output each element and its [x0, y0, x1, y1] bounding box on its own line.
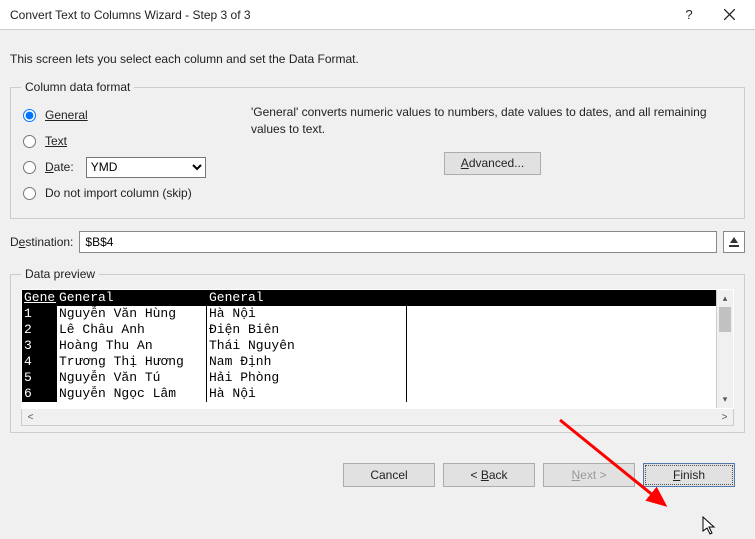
- date-format-select[interactable]: YMD: [86, 157, 206, 178]
- next-button: Next >: [543, 463, 635, 487]
- scroll-left-icon[interactable]: <: [22, 412, 39, 423]
- data-preview-group: Data preview GenerGeneralGeneral1Nguyễn …: [10, 267, 745, 433]
- scroll-right-icon[interactable]: >: [716, 412, 733, 423]
- vertical-scrollbar[interactable]: ▴ ▾: [716, 290, 733, 408]
- preview-grid[interactable]: GenerGeneralGeneral1Nguyễn Văn HùngHà Nộ…: [22, 290, 716, 408]
- radio-text[interactable]: [23, 135, 36, 148]
- table-cell: Hải Phòng: [207, 370, 407, 386]
- table-cell: Trương Thị Hương: [57, 354, 207, 370]
- preview-header[interactable]: Gener: [22, 290, 57, 306]
- preview-header[interactable]: General: [57, 290, 207, 306]
- table-cell: 1: [22, 306, 57, 322]
- scroll-thumb[interactable]: [719, 307, 731, 332]
- table-cell: 4: [22, 354, 57, 370]
- advanced-button[interactable]: Advanced...: [444, 152, 541, 175]
- back-button[interactable]: < Back: [443, 463, 535, 487]
- destination-label: Destination:: [10, 235, 73, 249]
- table-cell: 5: [22, 370, 57, 386]
- format-description: 'General' converts numeric values to num…: [251, 104, 734, 138]
- radio-date[interactable]: [23, 161, 36, 174]
- table-row[interactable]: 3Hoàng Thu AnThái Nguyên: [22, 338, 716, 354]
- table-cell: Nguyễn Văn Hùng: [57, 306, 207, 322]
- table-cell: Hà Nội: [207, 306, 407, 322]
- radio-skip[interactable]: [23, 187, 36, 200]
- table-row[interactable]: 5Nguyễn Văn TúHải Phòng: [22, 370, 716, 386]
- intro-text: This screen lets you select each column …: [10, 52, 745, 66]
- scroll-up-icon[interactable]: ▴: [717, 290, 733, 307]
- table-cell: Hoàng Thu An: [57, 338, 207, 354]
- window-title: Convert Text to Columns Wizard - Step 3 …: [10, 8, 669, 22]
- titlebar: Convert Text to Columns Wizard - Step 3 …: [0, 0, 755, 30]
- range-picker-icon[interactable]: [723, 231, 745, 253]
- preview-legend: Data preview: [21, 267, 99, 281]
- radio-text-label[interactable]: Text: [45, 134, 67, 148]
- table-row[interactable]: 6Nguyễn Ngọc LâmHà Nội: [22, 386, 716, 402]
- radio-general[interactable]: [23, 109, 36, 122]
- close-icon[interactable]: [709, 1, 749, 29]
- finish-button[interactable]: Finish: [643, 463, 735, 487]
- table-row[interactable]: 1Nguyễn Văn HùngHà Nội: [22, 306, 716, 322]
- horizontal-scrollbar[interactable]: < >: [21, 409, 734, 426]
- table-cell: Thái Nguyên: [207, 338, 407, 354]
- table-cell: 3: [22, 338, 57, 354]
- destination-input[interactable]: [79, 231, 717, 253]
- table-row[interactable]: 4Trương Thị HươngNam Định: [22, 354, 716, 370]
- cancel-button[interactable]: Cancel: [343, 463, 435, 487]
- preview-box: GenerGeneralGeneral1Nguyễn Văn HùngHà Nộ…: [21, 289, 734, 409]
- table-cell: Hà Nội: [207, 386, 407, 402]
- preview-header[interactable]: General: [207, 290, 407, 306]
- table-cell: Lê Châu Anh: [57, 322, 207, 338]
- help-icon[interactable]: ?: [669, 1, 709, 29]
- column-data-format-group: Column data format General Text Date: YM…: [10, 80, 745, 219]
- radio-date-label[interactable]: Date:: [45, 160, 74, 174]
- radio-general-label[interactable]: General: [45, 108, 88, 122]
- table-cell: Nguyễn Ngọc Lâm: [57, 386, 207, 402]
- table-row[interactable]: 2Lê Châu AnhĐiện Biên: [22, 322, 716, 338]
- footer: Cancel < Back Next > Finish: [10, 445, 745, 487]
- scroll-down-icon[interactable]: ▾: [717, 391, 733, 408]
- mouse-cursor-icon: [702, 516, 718, 536]
- radio-skip-label[interactable]: Do not import column (skip): [45, 186, 192, 200]
- group-legend: Column data format: [21, 80, 134, 94]
- table-cell: Nam Định: [207, 354, 407, 370]
- table-cell: 6: [22, 386, 57, 402]
- table-cell: Nguyễn Văn Tú: [57, 370, 207, 386]
- table-cell: 2: [22, 322, 57, 338]
- table-cell: Điện Biên: [207, 322, 407, 338]
